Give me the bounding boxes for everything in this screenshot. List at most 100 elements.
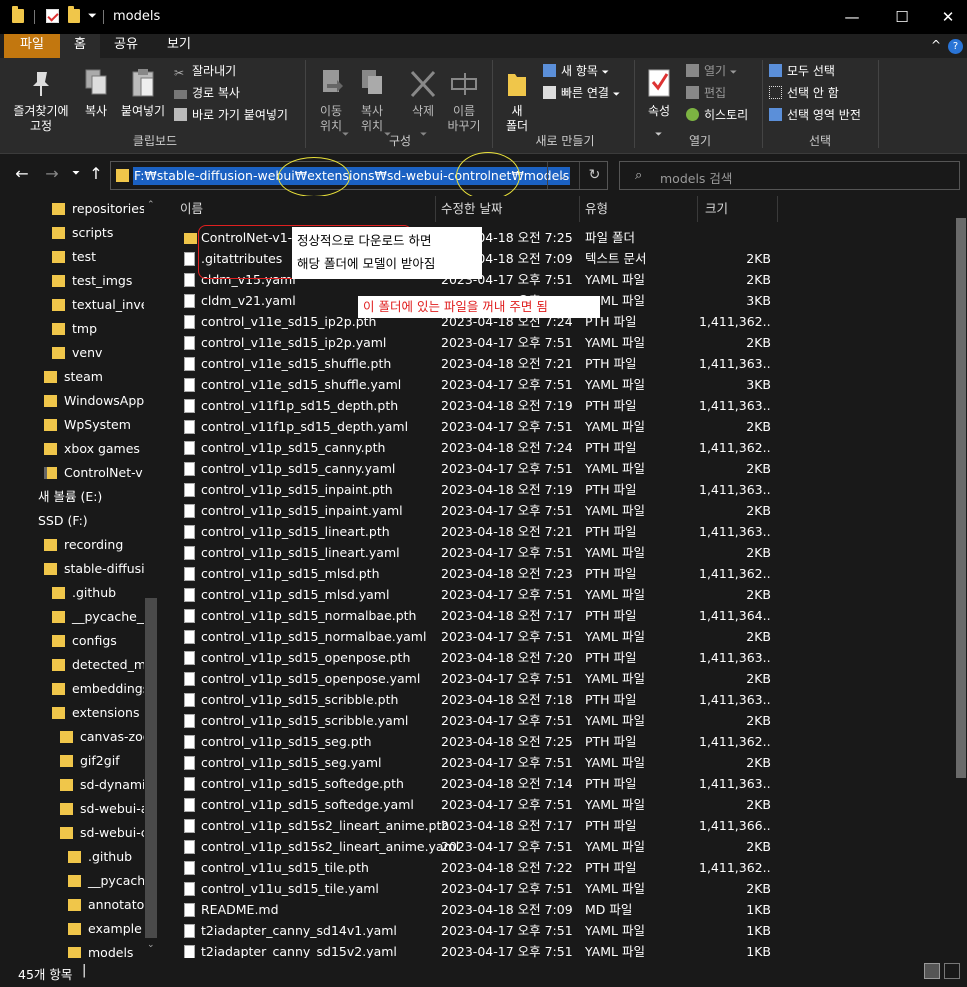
file-row[interactable]: control_v11p_sd15_openpose.pth 2023-04-18…: [159, 647, 949, 668]
tab-home[interactable]: 홈: [60, 34, 100, 58]
sidebar-item[interactable]: .github: [52, 582, 144, 604]
file-row[interactable]: t2iadapter_canny_sd15v2.yaml 2023-04-17 오…: [159, 941, 949, 958]
select-all-button[interactable]: 모두 선택: [769, 64, 835, 79]
address-dropdown-icon[interactable]: ⌄: [547, 162, 577, 189]
select-none-button[interactable]: 선택 안 함: [769, 86, 839, 101]
rename-button[interactable]: 이름 바꾸기: [444, 68, 484, 134]
file-row[interactable]: control_v11e_sd15_shuffle.pth 2023-04-18 …: [159, 353, 949, 374]
sidebar-item[interactable]: venv: [52, 342, 144, 364]
scroll-up-icon[interactable]: ⌃: [147, 200, 155, 210]
delete-button[interactable]: 삭제 ⏷: [404, 68, 442, 140]
file-row[interactable]: control_v11p_sd15_normalbae.yaml 2023-04-…: [159, 626, 949, 647]
properties-quick-icon[interactable]: [46, 9, 59, 23]
help-icon[interactable]: ?: [948, 39, 963, 54]
column-header-type[interactable]: 유형: [585, 196, 608, 222]
sidebar-item[interactable]: WindowsApps: [44, 390, 144, 412]
sidebar-item[interactable]: canvas-zoom: [60, 726, 144, 748]
sidebar-item[interactable]: test_imgs: [52, 270, 144, 292]
open-button[interactable]: 열기 ⏷: [686, 64, 737, 81]
sidebar-item[interactable]: detected_maps: [52, 654, 144, 676]
sidebar-item[interactable]: stable-diffusion-webui: [44, 558, 144, 580]
sidebar-item[interactable]: tmp: [52, 318, 144, 340]
sidebar-item[interactable]: example: [68, 918, 144, 940]
sidebar-item[interactable]: scripts: [52, 222, 144, 244]
file-list-scroll-thumb[interactable]: [956, 218, 966, 778]
file-row[interactable]: control_v11p_sd15_canny.pth 2023-04-18 오전…: [159, 437, 949, 458]
copy-path-button[interactable]: 경로 복사: [174, 86, 240, 101]
properties-button[interactable]: 속성 ⏷: [640, 68, 678, 140]
sidebar-item[interactable]: ControlNet-v1-1: [44, 462, 144, 484]
search-input[interactable]: models 검색: [660, 168, 732, 187]
column-header-size[interactable]: 크기: [705, 196, 728, 222]
copy-button[interactable]: 복사: [78, 68, 114, 119]
large-icons-view-icon[interactable]: [944, 963, 960, 979]
file-row[interactable]: control_v11p_sd15_inpaint.pth 2023-04-18 …: [159, 479, 949, 500]
back-arrow-icon[interactable]: ←: [10, 164, 34, 183]
collapse-ribbon-icon[interactable]: ^: [928, 34, 944, 58]
sidebar-item[interactable]: SSD (F:): [36, 510, 144, 532]
column-header-date[interactable]: 수정한 날짜: [441, 196, 502, 222]
minimize-button[interactable]: —: [829, 0, 875, 34]
sidebar-item[interactable]: gif2gif: [60, 750, 144, 772]
file-row[interactable]: control_v11p_sd15_scribble.pth 2023-04-18…: [159, 689, 949, 710]
file-row[interactable]: control_v11p_sd15_scribble.yaml 2023-04-1…: [159, 710, 949, 731]
sidebar-item[interactable]: __pycache__: [68, 870, 144, 892]
file-row[interactable]: control_v11p_sd15_lineart.pth 2023-04-18 …: [159, 521, 949, 542]
file-row[interactable]: control_v11p_sd15_seg.yaml 2023-04-17 오후 …: [159, 752, 949, 773]
sidebar-item[interactable]: test: [52, 246, 144, 268]
file-row[interactable]: control_v11p_sd15s2_lineart_anime.yaml 20…: [159, 836, 949, 857]
easy-access-button[interactable]: 빠른 연결 ⏷: [543, 86, 620, 103]
history-button[interactable]: 히스토리: [686, 108, 748, 123]
address-bar[interactable]: F:₩stable-diffusion-webui₩extensions₩sd-…: [110, 161, 608, 190]
new-folder-quick-icon[interactable]: [68, 6, 80, 23]
sidebar-item[interactable]: steam: [44, 366, 144, 388]
column-divider[interactable]: [435, 196, 436, 222]
sidebar-item[interactable]: models: [68, 942, 144, 958]
file-row[interactable]: t2iadapter_canny_sd14v1.yaml 2023-04-17 오…: [159, 920, 949, 941]
paste-button[interactable]: 붙여넣기: [116, 68, 170, 119]
search-box[interactable]: ⌕ models 검색: [619, 161, 960, 190]
new-folder-button[interactable]: 새 폴더: [500, 68, 534, 134]
sidebar-item[interactable]: sd-webui-additional-networks: [60, 798, 144, 820]
file-row[interactable]: control_v11p_sd15_normalbae.pth 2023-04-1…: [159, 605, 949, 626]
tab-view[interactable]: 보기: [152, 34, 206, 58]
sidebar-item[interactable]: sd-webui-controlnet: [60, 822, 144, 844]
sidebar-item[interactable]: configs: [52, 630, 144, 652]
file-row[interactable]: control_v11u_sd15_tile.pth 2023-04-18 오전 …: [159, 857, 949, 878]
file-row[interactable]: control_v11f1p_sd15_depth.yaml 2023-04-17…: [159, 416, 949, 437]
file-row[interactable]: control_v11p_sd15_softedge.pth 2023-04-18…: [159, 773, 949, 794]
edit-button[interactable]: 편집: [686, 86, 726, 101]
sidebar-item[interactable]: annotator: [68, 894, 144, 916]
file-row[interactable]: control_v11u_sd15_tile.yaml 2023-04-17 오후…: [159, 878, 949, 899]
file-row[interactable]: control_v11p_sd15_openpose.yaml 2023-04-1…: [159, 668, 949, 689]
pin-quick-access-button[interactable]: 즐겨찾기에 고정: [6, 68, 76, 134]
sidebar-item[interactable]: embeddings: [52, 678, 144, 700]
sidebar-item[interactable]: repositories: [52, 198, 144, 220]
sidebar-scroll-thumb[interactable]: [145, 598, 157, 938]
scroll-down-icon[interactable]: ⌄: [147, 940, 155, 950]
cut-button[interactable]: ✂ 잘라내기: [174, 64, 236, 80]
file-row[interactable]: README.md 2023-04-18 오전 7:09 MD 파일 1KB: [159, 899, 949, 920]
column-divider[interactable]: [777, 196, 778, 222]
file-row[interactable]: control_v11p_sd15_canny.yaml 2023-04-17 오…: [159, 458, 949, 479]
sidebar-item[interactable]: textual_inversion: [52, 294, 144, 316]
close-button[interactable]: ✕: [925, 0, 967, 34]
tab-file[interactable]: 파일: [4, 34, 60, 58]
column-divider[interactable]: [579, 196, 580, 222]
sidebar-item[interactable]: recording: [44, 534, 144, 556]
file-row[interactable]: control_v11e_sd15_ip2p.yaml 2023-04-17 오후…: [159, 332, 949, 353]
file-row[interactable]: control_v11e_sd15_shuffle.yaml 2023-04-17…: [159, 374, 949, 395]
new-item-button[interactable]: 새 항목 ⏷: [543, 64, 609, 81]
sidebar-item[interactable]: extensions: [52, 702, 144, 724]
sidebar-item[interactable]: .github: [68, 846, 144, 868]
paste-shortcut-button[interactable]: 바로 가기 붙여넣기: [174, 108, 288, 123]
file-row[interactable]: control_v11p_sd15_softedge.yaml 2023-04-1…: [159, 794, 949, 815]
sidebar-item[interactable]: WpSystem: [44, 414, 144, 436]
move-to-button[interactable]: 이동 위치 ⏷: [312, 68, 350, 140]
copy-to-button[interactable]: 복사 위치 ⏷: [352, 68, 392, 140]
up-arrow-icon[interactable]: ↑: [84, 164, 108, 183]
sidebar-item[interactable]: __pycache__: [52, 606, 144, 628]
file-row[interactable]: control_v11p_sd15_inpaint.yaml 2023-04-17…: [159, 500, 949, 521]
column-header-name[interactable]: 이름: [180, 196, 203, 222]
file-row[interactable]: control_v11p_sd15_seg.pth 2023-04-18 오전 7…: [159, 731, 949, 752]
